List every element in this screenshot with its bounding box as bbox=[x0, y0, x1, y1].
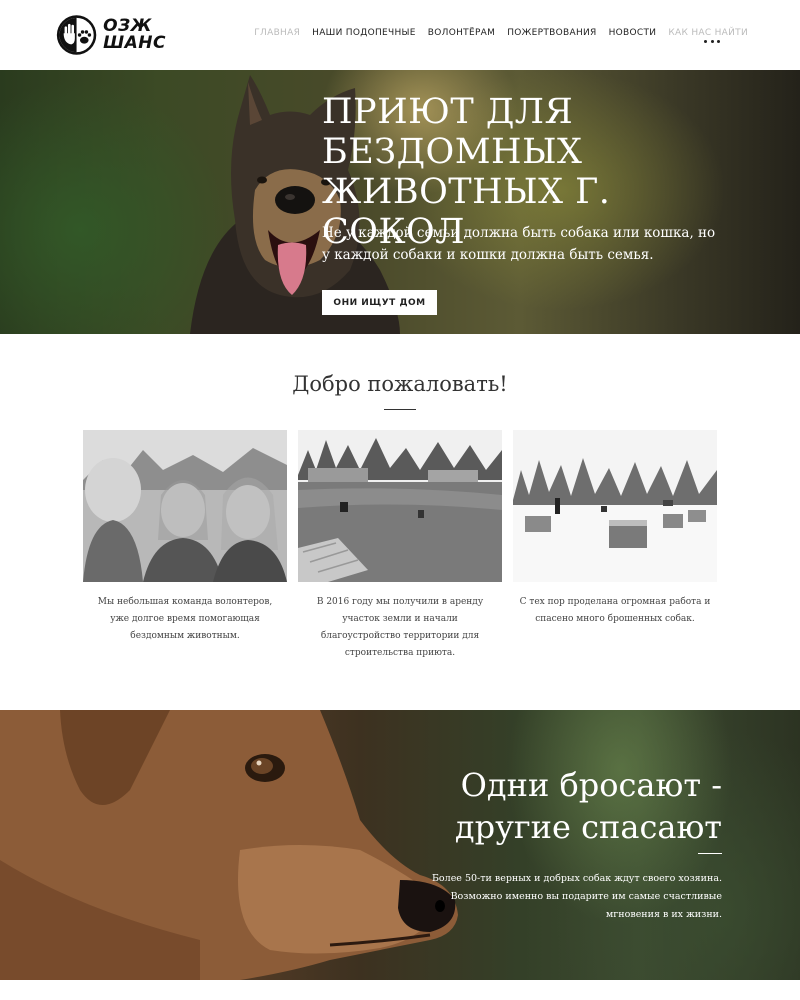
site-header: ОЗЖ ШАНС ГЛАВНАЯ НАШИ ПОДОПЕЧНЫЕ ВОЛОНТЁ… bbox=[0, 0, 800, 70]
hero-subtitle: Не у каждой семьи должна быть собака или… bbox=[322, 225, 716, 263]
welcome-title: Добро пожаловать! bbox=[292, 372, 508, 396]
rescue-text: Более 50-ти верных и добрых собак ждут с… bbox=[431, 873, 722, 920]
info-card-team: Мы небольшая команда волонтеров, уже дол… bbox=[83, 430, 287, 645]
card-text-land: В 2016 году мы получили в аренду участок… bbox=[316, 597, 484, 658]
rescue-divider bbox=[698, 853, 722, 854]
logo-line-2: ШАНС bbox=[103, 33, 166, 53]
nav-item-contacts[interactable]: КАК НАС НАЙТИ bbox=[668, 28, 748, 38]
volunteers-photo bbox=[83, 430, 287, 582]
nav-item-donations[interactable]: ПОЖЕРТВОВАНИЯ bbox=[507, 28, 596, 38]
card-text-rescued: С тех пор проделана огромная работа и сп… bbox=[519, 597, 711, 624]
snowy-yard-photo bbox=[513, 430, 717, 582]
nav-item-wards[interactable]: НАШИ ПОДОПЕЧНЫЕ bbox=[312, 28, 416, 38]
logo[interactable]: ОЗЖ ШАНС bbox=[56, 10, 166, 60]
paw-hand-logo-icon bbox=[56, 15, 97, 55]
dog-profile-photo bbox=[0, 710, 458, 980]
main-nav: ГЛАВНАЯ НАШИ ПОДОПЕЧНЫЕ ВОЛОНТЁРАМ ПОЖЕР… bbox=[254, 28, 748, 38]
hero-banner: ПРИЮТ ДЛЯ БЕЗДОМНЫХ ЖИВОТНЫХ Г. СОКОЛ Не… bbox=[0, 70, 800, 334]
they-seek-home-button[interactable]: ОНИ ИЩУТ ДОМ bbox=[322, 290, 437, 315]
nav-item-home[interactable]: ГЛАВНАЯ bbox=[254, 28, 300, 38]
nav-item-news[interactable]: НОВОСТИ bbox=[609, 28, 657, 38]
info-card-land: В 2016 году мы получили в аренду участок… bbox=[298, 430, 502, 662]
info-card-rescued: С тех пор проделана огромная работа и сп… bbox=[513, 430, 717, 628]
logo-text: ОЗЖ ШАНС bbox=[103, 18, 166, 52]
more-menu-icon[interactable] bbox=[704, 38, 720, 44]
nav-item-volunteers[interactable]: ВОЛОНТЁРАМ bbox=[428, 28, 495, 38]
welcome-divider bbox=[384, 409, 416, 410]
card-text-team: Мы небольшая команда волонтеров, уже дол… bbox=[97, 597, 273, 641]
rescue-title: Одни бросают - другие спасают bbox=[454, 766, 722, 846]
shelter-land-photo bbox=[298, 430, 502, 582]
rescue-banner: Одни бросают - другие спасают Более 50-т… bbox=[0, 710, 800, 980]
